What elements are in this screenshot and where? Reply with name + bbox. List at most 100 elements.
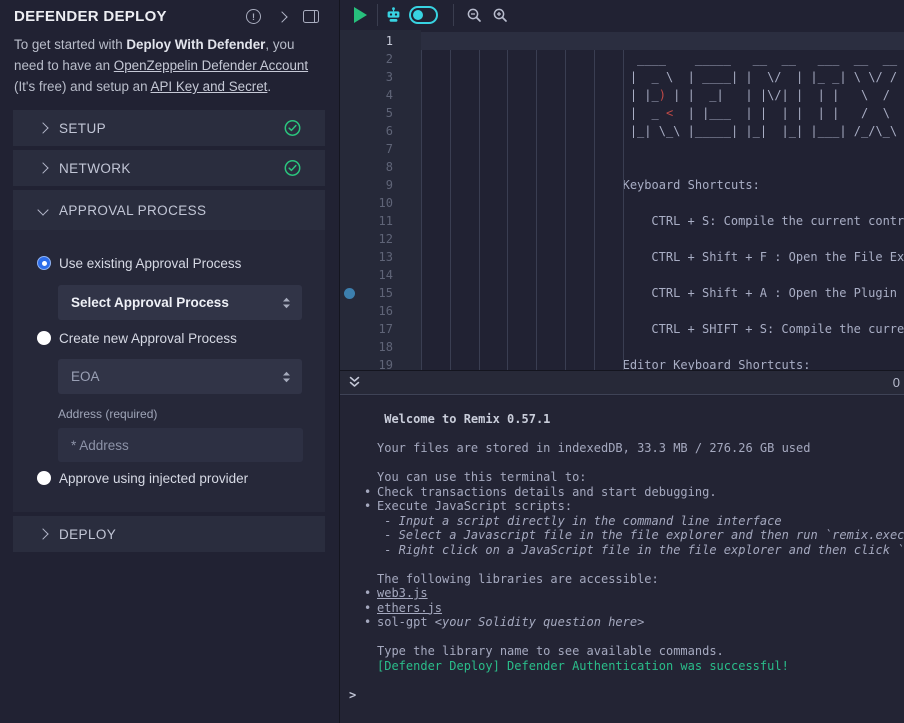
radio-injected-provider[interactable]	[37, 471, 51, 485]
line-number[interactable]: 15	[360, 284, 393, 302]
terminal-line: Welcome to Remix 0.57.1	[377, 412, 904, 427]
terminal-link[interactable]: ethers.js	[377, 601, 442, 615]
double-chevron-down-icon	[348, 376, 361, 389]
line-number[interactable]: 9	[360, 176, 393, 194]
terminal-line: [Defender Deploy] Defender Authenticatio…	[377, 659, 904, 674]
option-label: Use existing Approval Process	[59, 256, 241, 271]
option-use-existing[interactable]: Use existing Approval Process	[13, 253, 325, 273]
ai-copilot-button[interactable]	[385, 0, 402, 30]
indent-guide	[421, 50, 422, 370]
line-number[interactable]: 17	[360, 320, 393, 338]
breakpoint-dot[interactable]	[344, 288, 355, 299]
line-number[interactable]: 5	[360, 104, 393, 122]
network-complete-icon	[284, 160, 301, 177]
editor-pane: 12 ____ _____ __ __ ___ __ __3 | _ \ | _…	[340, 0, 904, 723]
intro-text: To get started with Deploy With Defender…	[14, 34, 318, 97]
line-number[interactable]: 7	[360, 140, 393, 158]
line-number[interactable]: 6	[360, 122, 393, 140]
terminal-text: [Defender Deploy] Defender Authenticatio…	[377, 659, 789, 673]
terminal-line: •sol-gpt <your Solidity question here>	[377, 615, 904, 630]
line-number[interactable]: 2	[360, 50, 393, 68]
terminal-link[interactable]: web3.js	[377, 586, 428, 600]
play-icon	[354, 7, 367, 23]
section-deploy[interactable]: DEPLOY	[13, 516, 325, 552]
terminal-line: •Check transactions details and start de…	[377, 485, 904, 500]
line-number[interactable]: 12	[360, 230, 393, 248]
terminal-text: Execute JavaScript scripts:	[377, 499, 572, 513]
section-setup[interactable]: SETUP	[13, 110, 325, 146]
terminal-collapse-button[interactable]	[348, 376, 361, 389]
sidebar-link[interactable]: OpenZeppelin Defender Account	[114, 58, 308, 73]
section-label: NETWORK	[59, 161, 131, 176]
chevron-right-icon	[37, 122, 48, 133]
terminal-line	[377, 630, 904, 645]
radio-use-existing[interactable]	[37, 256, 51, 270]
terminal-line	[377, 557, 904, 572]
section-label: SETUP	[59, 121, 106, 136]
info-icon[interactable]: !	[246, 9, 261, 24]
defender-deploy-panel: DEFENDER DEPLOY ! To get started with De…	[0, 0, 339, 723]
toggle-icon	[409, 6, 438, 24]
option-injected-provider[interactable]: Approve using injected provider	[13, 468, 325, 488]
terminal-text: Check transactions details and start deb…	[377, 485, 717, 499]
line-number[interactable]: 18	[360, 338, 393, 356]
terminal-line: Type the library name to see available c…	[377, 644, 904, 659]
toolbar-divider	[377, 4, 378, 26]
line-number[interactable]: 19	[360, 356, 393, 370]
chevron-right-icon[interactable]	[276, 11, 287, 22]
terminal-line	[377, 673, 904, 688]
line-number[interactable]: 13	[360, 248, 393, 266]
section-approval-process[interactable]: APPROVAL PROCESS	[13, 190, 325, 230]
option-create-new[interactable]: Create new Approval Process	[13, 328, 325, 348]
terminal-output[interactable]: Welcome to Remix 0.57.1Your files are st…	[340, 396, 904, 723]
toolbar-divider	[453, 4, 454, 26]
line-number[interactable]: 8	[360, 158, 393, 176]
zoom-in-button[interactable]	[492, 0, 509, 30]
option-label: Create new Approval Process	[59, 331, 237, 346]
terminal-text: >	[349, 688, 356, 702]
line-number[interactable]: 3	[360, 68, 393, 86]
panel-title: DEFENDER DEPLOY	[14, 8, 167, 25]
address-input[interactable]	[58, 428, 303, 462]
intro-segment: Deploy With Defender	[126, 37, 265, 52]
zoom-out-button[interactable]	[466, 0, 483, 30]
address-label: Address (required)	[58, 407, 325, 422]
intro-segment: (It's free) and setup an	[14, 79, 151, 94]
terminal-text: <your Solidity question here>	[435, 615, 645, 629]
code-editor[interactable]: 12 ____ _____ __ __ ___ __ __3 | _ \ | _…	[340, 30, 904, 370]
panel-layout-icon[interactable]	[303, 10, 319, 23]
section-network[interactable]: NETWORK	[13, 150, 325, 186]
run-script-button[interactable]	[340, 0, 367, 30]
terminal-prompt: >	[349, 688, 904, 703]
indent-guide	[536, 50, 537, 370]
radio-create-new[interactable]	[37, 331, 51, 345]
select-arrows-icon	[282, 296, 291, 309]
terminal-line: •web3.js	[377, 586, 904, 601]
line-number[interactable]: 11	[360, 212, 393, 230]
approval-type-select[interactable]: EOA	[58, 359, 302, 394]
ai-copilot-toggle[interactable]	[402, 0, 438, 30]
line-number[interactable]: 16	[360, 302, 393, 320]
line-number[interactable]: 4	[360, 86, 393, 104]
terminal-line	[377, 456, 904, 471]
approval-process-select[interactable]: Select Approval Process	[58, 285, 302, 320]
chevron-down-icon	[37, 204, 48, 215]
terminal-bar[interactable]: 0	[340, 371, 904, 395]
line-number[interactable]: 10	[360, 194, 393, 212]
chevron-right-icon	[37, 528, 48, 539]
terminal-line: - Right click on a JavaScript file in th…	[377, 543, 904, 558]
zoom-in-icon	[492, 7, 509, 24]
line-number[interactable]: 14	[360, 266, 393, 284]
indent-guide	[565, 50, 566, 370]
sidebar-link[interactable]: API Key and Secret	[151, 79, 268, 94]
robot-icon	[385, 7, 402, 24]
transaction-count-badge: 0	[893, 375, 900, 390]
line-number[interactable]: 1	[360, 32, 393, 50]
terminal-line: - Input a script directly in the command…	[377, 514, 904, 529]
approval-process-content: Use existing Approval Process Select App…	[13, 230, 325, 512]
indent-guide	[507, 50, 508, 370]
terminal-text: sol-gpt	[377, 615, 435, 629]
terminal-text: The following libraries are accessible:	[377, 572, 659, 586]
chevron-right-icon	[37, 162, 48, 173]
section-label: APPROVAL PROCESS	[59, 203, 206, 218]
